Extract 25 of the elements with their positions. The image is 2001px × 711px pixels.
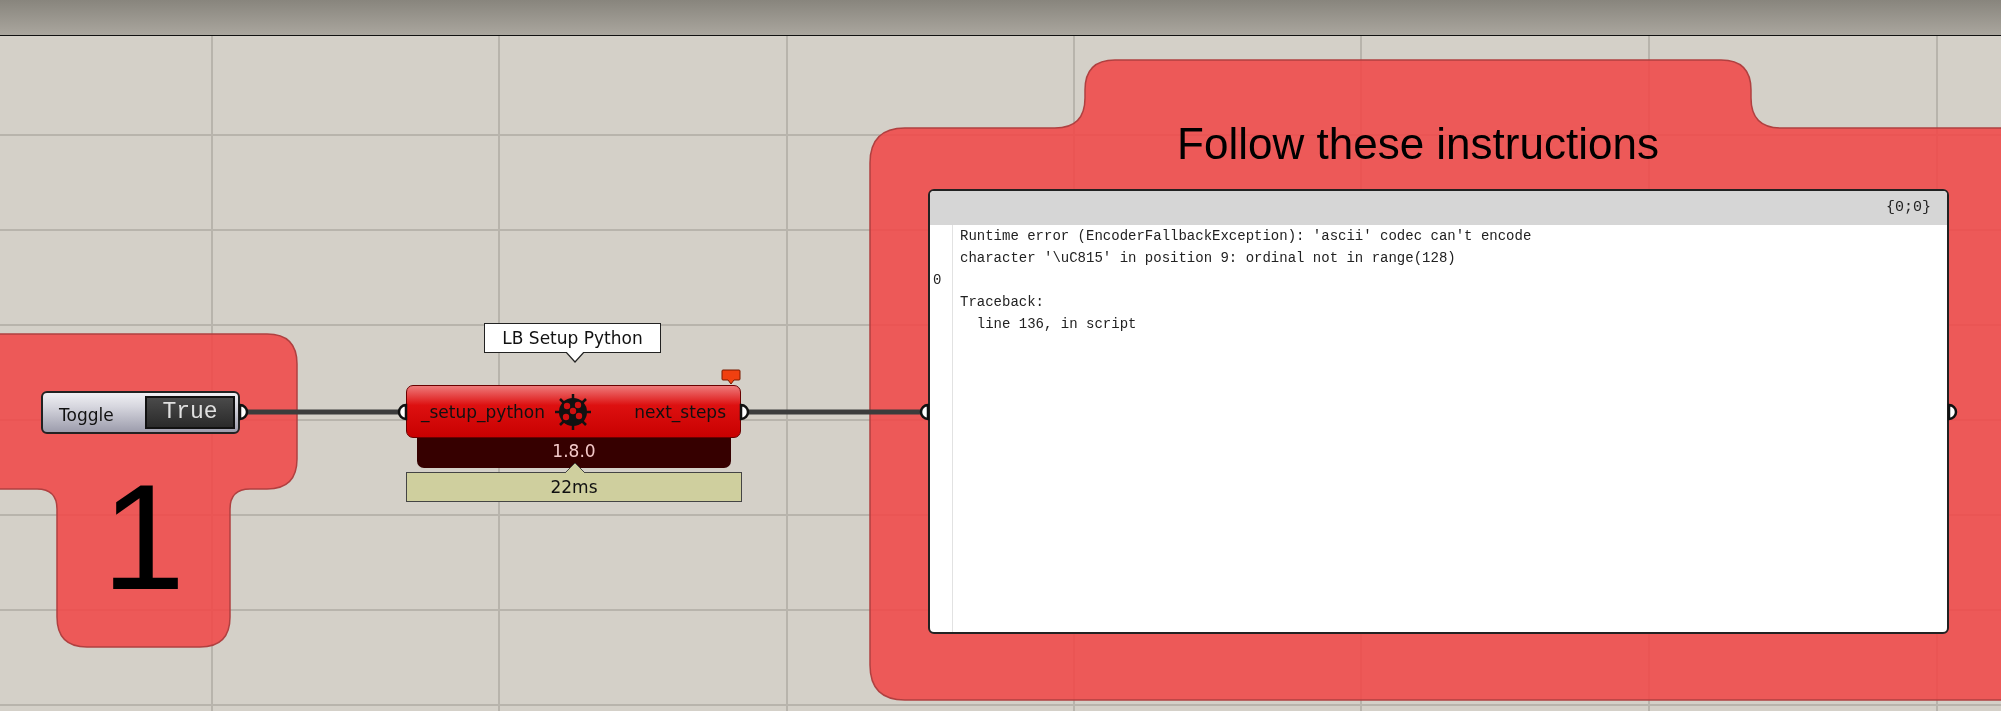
message-icon[interactable] [721, 369, 741, 385]
component-node[interactable]: _setup_python next_steps [406, 385, 741, 438]
toggle-value[interactable]: True [145, 396, 235, 429]
group-title: 1 [101, 462, 186, 612]
connector-port[interactable] [238, 403, 249, 421]
panel-text-line: character '\uC815' in position 9: ordinal not in range(128) [959, 249, 1457, 268]
toggle-label: Toggle [59, 404, 114, 427]
text-panel[interactable]: {0;0} Runtime error (EncoderFallbackException): 'ascii' codec can't encode character '\uC815' in position 9: ordinal not in range(128) 0 Traceback: line 136, in script [928, 189, 1949, 634]
connector-port[interactable] [1947, 403, 1958, 421]
input-parameter[interactable]: _setup_python [421, 400, 545, 426]
connector-port[interactable] [739, 403, 750, 421]
connector-port[interactable] [397, 403, 408, 421]
line-index: 0 [932, 271, 943, 290]
timer-pointer [565, 462, 585, 473]
version-label: 1.8.0 [417, 437, 731, 468]
tooltip-pointer [566, 352, 584, 363]
panel-text-line: line 136, in script [975, 315, 1138, 334]
output-parameter[interactable]: next_steps [634, 400, 726, 426]
panel-text-line: Traceback: [959, 293, 1045, 312]
connector-port[interactable] [919, 403, 930, 421]
panel-header: {0;0} [930, 191, 1947, 225]
toggle-switch[interactable]: Toggle True [41, 391, 240, 434]
panel-text-line: Runtime error (EncoderFallbackException): 'ascii' codec can't encode [959, 227, 1533, 246]
bug-icon [554, 393, 592, 431]
group-title: Follow these instructions [1177, 122, 1659, 166]
